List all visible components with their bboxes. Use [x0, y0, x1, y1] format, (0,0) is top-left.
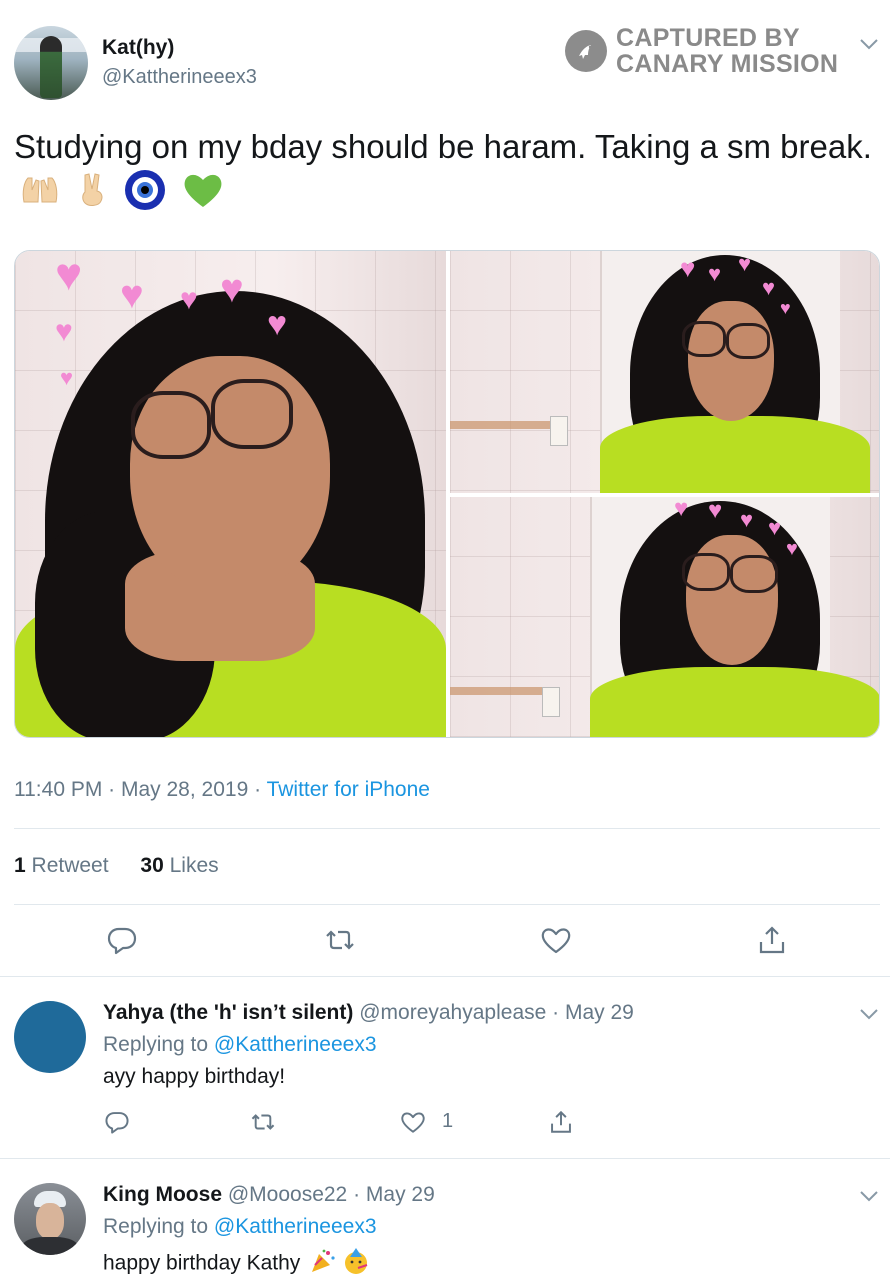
likes-stat[interactable]: 30 Likes: [140, 854, 218, 877]
replying-to-label: Replying to: [103, 1215, 209, 1238]
divider: [14, 904, 880, 905]
heart-sticker: ♥: [674, 497, 689, 522]
meta-separator: ·: [353, 1183, 361, 1206]
divider: [14, 828, 880, 829]
reply-avatar[interactable]: [14, 1183, 86, 1255]
heart-sticker: ♥: [60, 365, 74, 390]
like-heart-icon[interactable]: [400, 1109, 426, 1135]
tweet-photo-2[interactable]: ♥ ♥ ♥ ♥ ♥: [450, 251, 879, 493]
author-handle[interactable]: @Kattherineeex3: [102, 66, 257, 89]
reply-icon[interactable]: [106, 924, 138, 956]
raised-hands-emoji: [20, 172, 60, 219]
tweet-photo-1[interactable]: ♥ ♥ ♥ ♥ ♥ ♥ ♥: [15, 251, 446, 737]
heart-sticker: ♥: [55, 251, 83, 300]
meta-separator: ·: [552, 1001, 560, 1024]
heart-sticker: ♥: [780, 298, 791, 318]
reply-header: King Moose @Mooose22 · May 29: [103, 1183, 435, 1207]
watermark-line-1: CAPTURED BY: [616, 24, 800, 52]
reply-display-name[interactable]: King Moose: [103, 1183, 222, 1206]
tweet-media-grid[interactable]: ♥ ♥ ♥ ♥ ♥ ♥ ♥ ♥ ♥ ♥ ♥ ♥ ♥ ♥ ♥ ♥ ♥: [14, 250, 880, 738]
chevron-down-icon[interactable]: [858, 1188, 880, 1204]
retweet-icon[interactable]: [324, 924, 356, 956]
evil-eye-emoji: [124, 169, 166, 222]
retweet-icon[interactable]: [250, 1109, 276, 1135]
meta-separator: ·: [108, 778, 121, 801]
like-heart-icon[interactable]: [540, 924, 572, 956]
heart-sticker: ♥: [267, 305, 288, 343]
likes-label: Likes: [169, 854, 219, 877]
tweet-body: Studying on my bday should be haram. Tak…: [14, 128, 872, 165]
heart-sticker: ♥: [768, 515, 782, 540]
divider: [0, 1158, 890, 1159]
retweets-stat[interactable]: 1 Retweet: [14, 854, 109, 877]
heart-sticker: ♥: [740, 507, 754, 532]
meta-separator: ·: [254, 778, 267, 801]
reply-date[interactable]: May 29: [366, 1183, 435, 1206]
reply-text: ayy happy birthday!: [103, 1065, 286, 1088]
reply-text-body: happy birthday Kathy: [103, 1251, 301, 1275]
heart-sticker: ♥: [220, 267, 244, 311]
replying-to: Replying to @Kattherineeex3: [103, 1215, 377, 1239]
reply-display-name[interactable]: Yahya (the 'h' isn’t silent): [103, 1001, 353, 1024]
reply-icon[interactable]: [104, 1109, 130, 1135]
heart-sticker: ♥: [55, 315, 73, 348]
chevron-down-icon[interactable]: [858, 1006, 880, 1022]
replying-to-handle[interactable]: @Kattherineeex3: [214, 1215, 377, 1238]
reply-date[interactable]: May 29: [565, 1001, 634, 1024]
replying-to: Replying to @Kattherineeex3: [103, 1033, 377, 1057]
tweet-date[interactable]: May 28, 2019: [121, 778, 248, 801]
tweet-stats: 1 Retweet 30 Likes: [14, 854, 219, 878]
victory-hand-emoji: [75, 171, 109, 220]
partying-face-emoji: [342, 1247, 370, 1280]
tweet-time[interactable]: 11:40 PM: [14, 778, 102, 801]
tweet-photo-3[interactable]: ♥ ♥ ♥ ♥ ♥: [450, 497, 879, 737]
heart-sticker: ♥: [180, 283, 198, 316]
share-icon[interactable]: [756, 924, 788, 956]
author-avatar[interactable]: [14, 26, 88, 100]
replying-to-handle[interactable]: @Kattherineeex3: [214, 1033, 377, 1056]
retweets-label: Retweet: [31, 854, 109, 877]
heart-sticker: ♥: [708, 497, 723, 524]
heart-sticker: ♥: [120, 273, 144, 317]
author-display-name[interactable]: Kat(hy): [102, 36, 174, 60]
reply-handle[interactable]: @Mooose22: [228, 1183, 347, 1206]
party-popper-emoji: [310, 1248, 336, 1280]
replying-to-label: Replying to: [103, 1033, 209, 1056]
canary-mission-logo-icon: [565, 30, 607, 72]
reply-text: happy birthday Kathy: [103, 1247, 370, 1280]
share-icon[interactable]: [548, 1109, 574, 1135]
watermark-text: CAPTURED BY CANARY MISSION: [616, 25, 838, 77]
chevron-down-icon[interactable]: [858, 36, 880, 52]
retweets-count: 1: [14, 854, 26, 877]
heart-sticker: ♥: [762, 275, 776, 300]
divider: [0, 976, 890, 977]
heart-sticker: ♥: [738, 251, 752, 276]
likes-count: 30: [140, 854, 164, 877]
heart-sticker: ♥: [786, 538, 798, 560]
reply-avatar[interactable]: [14, 1001, 86, 1073]
green-heart-emoji: [182, 171, 224, 220]
reply-handle[interactable]: @moreyahyaplease: [359, 1001, 546, 1024]
tweet-text: Studying on my bday should be haram. Tak…: [14, 124, 874, 222]
heart-sticker: ♥: [680, 253, 696, 283]
watermark-line-2: CANARY MISSION: [616, 50, 839, 78]
reply-header: Yahya (the 'h' isn’t silent) @moreyahyap…: [103, 1001, 634, 1025]
heart-sticker: ♥: [708, 261, 722, 286]
reply-like-count: 1: [442, 1110, 454, 1132]
tweet-source-link[interactable]: Twitter for iPhone: [267, 778, 430, 801]
tweet-timestamp: 11:40 PM · May 28, 2019 · Twitter for iP…: [14, 778, 430, 802]
